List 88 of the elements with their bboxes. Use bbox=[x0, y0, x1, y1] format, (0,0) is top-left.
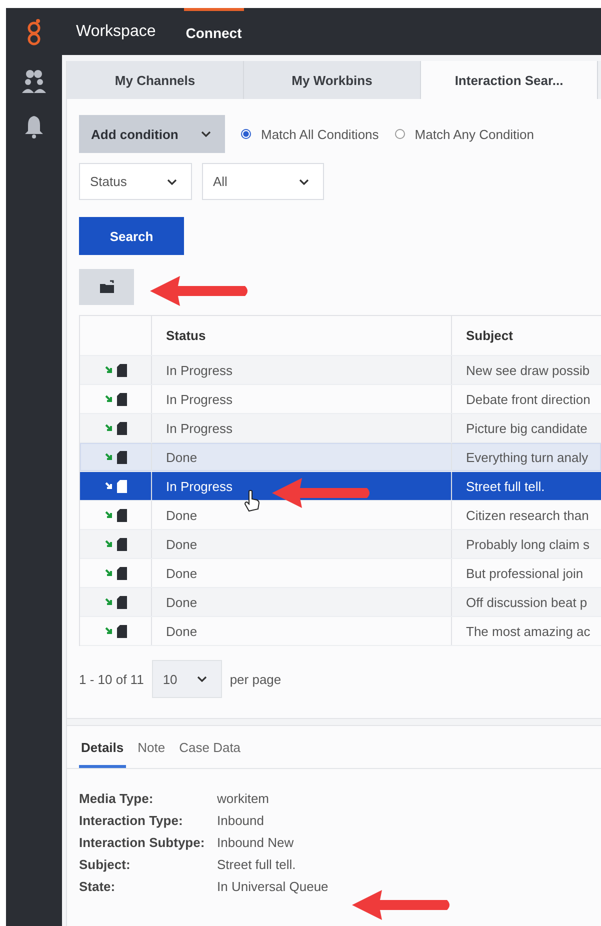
radio-button[interactable] bbox=[394, 129, 405, 139]
document-icon bbox=[116, 596, 126, 608]
contacts-icon[interactable] bbox=[21, 69, 47, 93]
search-button[interactable]: Search bbox=[79, 217, 184, 255]
radio-label: Match Any Condition bbox=[414, 126, 534, 142]
table-cell-text: Citizen research than bbox=[465, 506, 590, 524]
table-cell: In Progress bbox=[152, 385, 452, 413]
chevron-icon bbox=[299, 178, 309, 184]
document-icon bbox=[116, 422, 126, 434]
detail-value: workitem bbox=[217, 791, 270, 806]
detail-label: Interaction Subtype: bbox=[79, 835, 206, 850]
table-cell: Done bbox=[152, 530, 452, 558]
table-cell-text: Off discussion beat p bbox=[465, 594, 588, 612]
inbound-arrow-icon bbox=[104, 511, 112, 519]
detail-label: Interaction Type: bbox=[79, 813, 184, 828]
detail-value: Inbound bbox=[217, 813, 265, 828]
column-header[interactable]: Subject bbox=[452, 316, 601, 355]
table-row[interactable]: Done Everything turn analy bbox=[80, 443, 601, 472]
chevron-icon bbox=[196, 676, 207, 682]
table-cell-text: The most amazing ac bbox=[465, 622, 592, 641]
inbound-arrow-icon bbox=[104, 424, 112, 432]
inbound-arrow-icon bbox=[104, 569, 112, 577]
inbound-arrow-icon bbox=[104, 482, 112, 490]
inbound-arrow-icon bbox=[104, 598, 112, 606]
page-size-dropdown[interactable]: 10 bbox=[152, 660, 222, 698]
inbound-arrow-icon bbox=[104, 540, 112, 548]
document-icon bbox=[116, 538, 126, 550]
document-icon bbox=[116, 624, 126, 638]
table-row[interactable]: In Progress Debate front direction bbox=[80, 385, 601, 414]
column-header[interactable]: Status bbox=[152, 316, 452, 355]
detail-value: In Universal Queue bbox=[217, 879, 330, 894]
tab[interactable]: My Channels bbox=[67, 61, 244, 99]
detail-value: Street full tell. bbox=[217, 857, 297, 872]
table-cell-text: But professional join bbox=[465, 564, 584, 583]
page-range: 1 - 10 of 11 bbox=[79, 672, 144, 686]
detail-value: Inbound New bbox=[217, 835, 295, 850]
hand-cursor-icon bbox=[244, 490, 260, 512]
detail-tab[interactable]: Details bbox=[79, 740, 126, 768]
add-condition-button[interactable]: Add condition bbox=[79, 115, 225, 153]
table-cell: In Progress bbox=[152, 356, 452, 384]
inbound-arrow-icon bbox=[104, 627, 112, 635]
table-row[interactable]: In Progress Picture big candidate bbox=[80, 414, 601, 443]
table-cell: Done bbox=[152, 588, 452, 616]
table-cell-text: Picture big candidate bbox=[465, 420, 588, 438]
tab[interactable]: Interaction Sear... bbox=[421, 61, 598, 99]
per-page-label: per page bbox=[230, 672, 282, 686]
open-folder-button[interactable] bbox=[79, 269, 134, 305]
table-cell: Done bbox=[152, 443, 452, 471]
detail-tab[interactable]: Case Data bbox=[177, 740, 243, 768]
table-row[interactable]: In Progress New see draw possib bbox=[80, 356, 601, 385]
detail-label: State: bbox=[79, 879, 116, 894]
document-icon bbox=[116, 508, 126, 522]
chevron-icon bbox=[201, 131, 211, 137]
table-cell-text: New see draw possib bbox=[465, 362, 591, 380]
table-cell: In Progress bbox=[152, 414, 452, 442]
inbound-arrow-icon bbox=[104, 395, 112, 403]
table-cell-text: Street full tell. bbox=[465, 478, 546, 496]
chevron-icon bbox=[167, 178, 177, 184]
table-row[interactable]: Done The most amazing ac bbox=[80, 617, 601, 646]
tab[interactable]: My Workbins bbox=[244, 61, 421, 99]
detail-tab[interactable]: Note bbox=[136, 740, 168, 768]
inbound-arrow-icon bbox=[104, 366, 112, 374]
table-row[interactable]: In Progress Street full tell. bbox=[80, 472, 601, 501]
table-row[interactable]: Done But professional join bbox=[80, 559, 601, 588]
table-row[interactable]: Done Probably long claim s bbox=[80, 530, 601, 559]
value-dropdown[interactable]: All bbox=[202, 163, 324, 200]
document-icon bbox=[116, 480, 126, 492]
document-icon bbox=[116, 450, 126, 464]
document-icon bbox=[116, 392, 126, 406]
bell-icon[interactable] bbox=[24, 115, 44, 139]
field-dropdown[interactable]: Status bbox=[79, 163, 192, 200]
app-title: Workspace bbox=[76, 22, 156, 40]
table-cell: Done bbox=[152, 617, 452, 645]
detail-label: Media Type: bbox=[79, 791, 154, 806]
radio-label: Match All Conditions bbox=[261, 126, 379, 142]
table-cell: Done bbox=[152, 559, 452, 587]
logo-icon bbox=[26, 18, 42, 46]
folder-icon bbox=[98, 280, 114, 294]
table-row[interactable]: Done Off discussion beat p bbox=[80, 588, 601, 617]
inbound-arrow-icon bbox=[104, 453, 112, 461]
radio-button[interactable] bbox=[241, 129, 251, 139]
document-icon bbox=[116, 364, 126, 376]
table-cell-text: Everything turn analy bbox=[465, 448, 590, 467]
document-icon bbox=[116, 566, 126, 580]
detail-label: Subject: bbox=[79, 857, 132, 872]
table-cell-text: Debate front direction bbox=[465, 390, 592, 408]
table-row[interactable]: Done Citizen research than bbox=[80, 501, 601, 530]
table-cell-text: Probably long claim s bbox=[465, 536, 591, 554]
